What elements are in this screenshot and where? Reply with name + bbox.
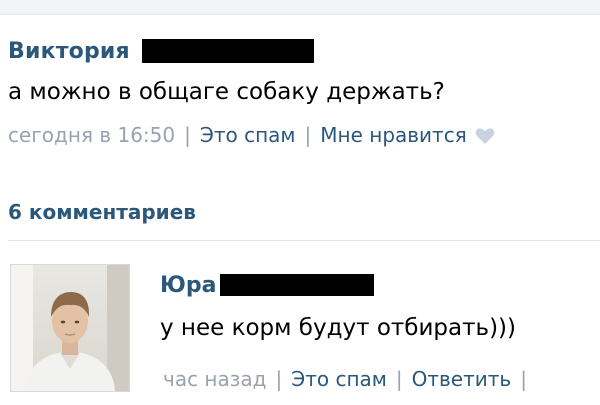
post-header: Виктория bbox=[8, 37, 314, 65]
comment-timestamp[interactable]: час назад bbox=[163, 367, 266, 391]
meta-separator: | bbox=[395, 367, 403, 391]
top-divider bbox=[0, 0, 600, 15]
post-text: а можно в общаге собаку держать? bbox=[8, 79, 445, 105]
meta-separator: | bbox=[304, 123, 312, 147]
redacted-surname-bar bbox=[141, 39, 314, 63]
reply-link[interactable]: Ответить bbox=[412, 367, 512, 391]
comment-header: Юра bbox=[160, 271, 375, 299]
post-timestamp[interactable]: сегодня в 16:50 bbox=[8, 123, 175, 147]
meta-separator: | bbox=[275, 367, 283, 391]
comment-meta: час назад | Это спам | Ответить | bbox=[163, 367, 536, 391]
meta-separator: | bbox=[520, 367, 527, 391]
heart-icon[interactable] bbox=[475, 126, 495, 144]
report-spam-link[interactable]: Это спам bbox=[200, 123, 296, 147]
post-meta: сегодня в 16:50 | Это спам | Мне нравитс… bbox=[8, 123, 495, 147]
meta-separator: | bbox=[184, 123, 191, 147]
comment-text: у нее корм будут отбирать))) bbox=[160, 315, 516, 341]
comments-divider bbox=[8, 240, 600, 241]
like-link[interactable]: Мне нравится bbox=[320, 123, 466, 147]
comments-count-header[interactable]: 6 комментариев bbox=[8, 200, 196, 224]
comment-author-link[interactable]: Юра bbox=[160, 273, 216, 298]
redacted-surname-bar bbox=[220, 274, 375, 296]
user-photo-avatar[interactable] bbox=[10, 264, 130, 392]
wall-post-page: Виктория а можно в общаге собаку держать… bbox=[0, 0, 600, 405]
post-author-link[interactable]: Виктория bbox=[8, 39, 130, 64]
report-spam-link[interactable]: Это спам bbox=[291, 367, 387, 391]
